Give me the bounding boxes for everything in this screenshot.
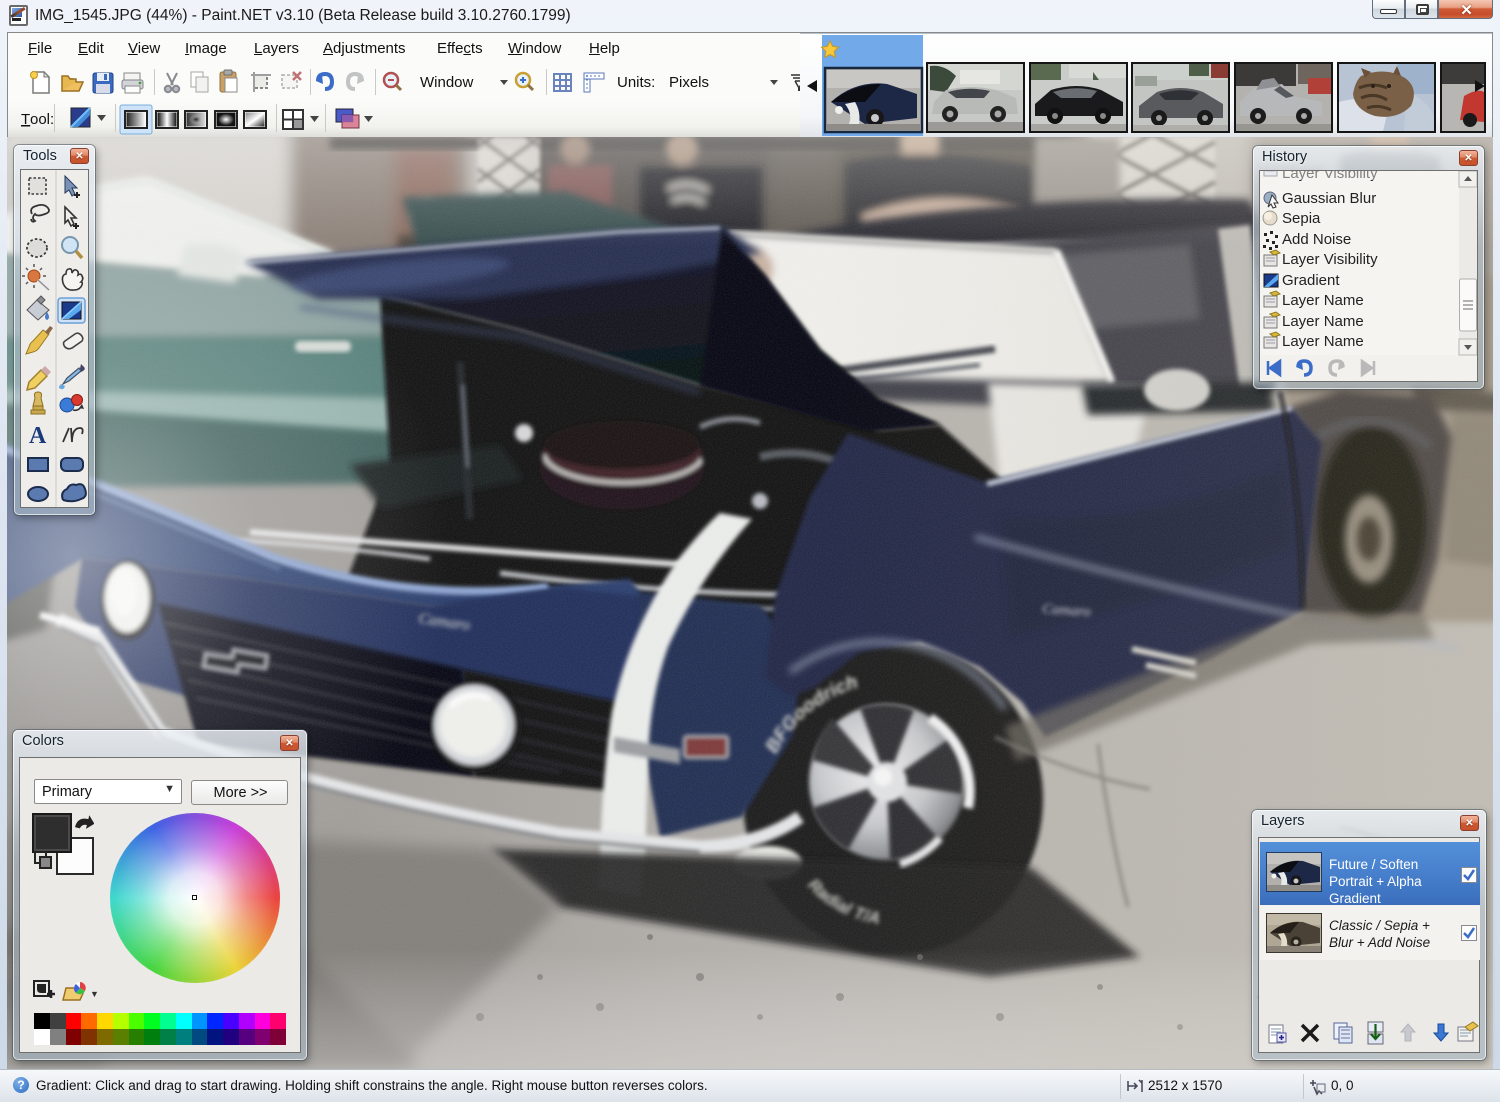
svg-text:Units:: Units: xyxy=(617,74,655,91)
svg-text:Gradient: Gradient xyxy=(1282,272,1340,289)
svg-text:Window: Window xyxy=(420,74,474,91)
svg-text:Layer Name: Layer Name xyxy=(1282,313,1364,330)
svg-text:Sepia: Sepia xyxy=(1282,210,1321,227)
svg-text:Gaussian Blur: Gaussian Blur xyxy=(1282,190,1376,207)
svg-text:T: T xyxy=(21,111,30,128)
svg-text:Layer Name: Layer Name xyxy=(1282,333,1364,350)
svg-text:Layer Visibility: Layer Visibility xyxy=(1282,251,1378,268)
svg-text:ool:: ool: xyxy=(30,111,54,128)
svg-text:Pixels: Pixels xyxy=(669,74,709,91)
svg-text:Layer Name: Layer Name xyxy=(1282,292,1364,309)
svg-text:A: A xyxy=(29,423,47,449)
svg-text:Add Noise: Add Noise xyxy=(1282,231,1351,248)
